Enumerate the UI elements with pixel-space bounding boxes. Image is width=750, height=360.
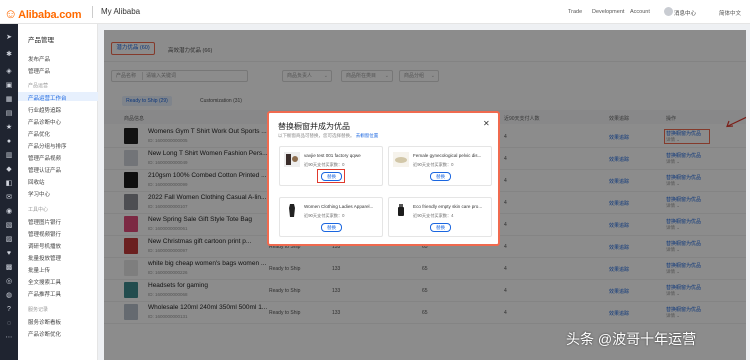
user-icon[interactable]: ● — [5, 138, 13, 146]
sidebar-item[interactable]: 全文搜索工具 — [28, 278, 61, 286]
star-icon[interactable]: ★ — [5, 124, 13, 132]
box-icon[interactable]: ▣ — [5, 82, 13, 90]
product-thumbnail — [284, 203, 300, 218]
sidebar-group-label: 产品运营 — [28, 83, 49, 89]
bell-icon[interactable]: ◉ — [5, 208, 13, 216]
sidebar-item[interactable]: 产品推荐工具 — [28, 290, 61, 298]
grid-icon[interactable]: ▦ — [5, 96, 13, 104]
card-buyers: 近90天支付买家数：0 — [304, 213, 345, 218]
mail-icon[interactable]: ✉ — [5, 194, 13, 202]
sidebar-title: 产品管理 — [28, 37, 54, 44]
help-icon[interactable]: ? — [5, 306, 13, 314]
globe-icon[interactable]: ◌ — [5, 320, 13, 328]
replace-button[interactable]: 替换 — [430, 172, 451, 181]
product-thumbnail — [284, 152, 300, 167]
divider — [92, 6, 93, 18]
sidebar-item[interactable]: 批量投放管理 — [28, 254, 61, 262]
sidebar-item[interactable]: 产品诊断中心 — [28, 118, 61, 126]
sidebar-item[interactable]: 发布产品 — [28, 55, 50, 63]
replace-button[interactable]: 替换 — [430, 223, 451, 232]
window-product-card: Female gynecological pelvic dis... 近90天支… — [388, 146, 492, 186]
cart-icon[interactable]: ◆ — [5, 166, 13, 174]
folder-icon[interactable]: ▩ — [5, 264, 13, 272]
replace-button[interactable]: 替换 — [321, 172, 342, 181]
sidebar-item[interactable]: 批量上传 — [28, 266, 50, 274]
card-buyers: 近90天支付买家数：0 — [413, 162, 454, 167]
nav-link-development[interactable]: Development — [592, 9, 624, 15]
sidebar-item[interactable]: 管理图片银行 — [28, 218, 61, 226]
more-icon[interactable]: ⋯ — [5, 334, 13, 342]
send-icon[interactable]: ➤ — [5, 34, 13, 42]
card-title: Women Clothing Ladies Apparel... — [304, 204, 374, 209]
nav-link-account[interactable]: Account — [630, 9, 650, 15]
shield-icon[interactable]: ◈ — [5, 68, 13, 76]
card-buyers: 近90天支付买家数：4 — [413, 213, 454, 218]
top-bar: ☺Alibaba.com My Alibaba Trade Developmen… — [0, 0, 750, 24]
sidebar-item[interactable]: 回收站 — [28, 178, 45, 186]
sidebar-item[interactable]: 管理产品视频 — [28, 154, 61, 162]
nav-link-trade[interactable]: Trade — [568, 9, 582, 15]
sidebar-item[interactable]: 产品分组与排序 — [28, 142, 67, 150]
sidebar-item[interactable]: 学习中心 — [28, 190, 50, 198]
sidebar-item[interactable]: 行业趋势追踪 — [28, 106, 61, 114]
message-center-link[interactable]: 消息中心 — [674, 9, 696, 17]
watermark: 头条 @波哥十年运营 — [566, 331, 697, 347]
card-title: Eco friendly empty skin care pro... — [413, 204, 483, 209]
window-product-card: vavjie test 001 factory qqwe 近90天支付买家数：0… — [279, 146, 383, 186]
product-thumbnail — [393, 203, 409, 218]
replace-button[interactable]: 替换 — [321, 223, 342, 232]
language-selector[interactable]: 简体中文 — [719, 9, 741, 17]
tag-icon[interactable]: ◧ — [5, 180, 13, 188]
sidebar-group-label: 工具中心 — [28, 207, 49, 213]
section-title: My Alibaba — [101, 7, 141, 16]
card-title: vavjie test 001 factory qqwe — [304, 153, 361, 158]
replace-window-dialog: 替换橱窗并成为优品 ✕ 以下橱窗商品可替换，您可选择替换。 去橱窗位置 vavj… — [267, 111, 500, 246]
window-product-card: Eco friendly empty skin care pro... 近90天… — [388, 197, 492, 237]
gear-icon[interactable]: ✱ — [5, 51, 13, 59]
wallet-icon[interactable]: ▨ — [5, 236, 13, 244]
sidebar-item[interactable]: 产品优化 — [28, 130, 50, 138]
settings-icon[interactable]: ◍ — [5, 292, 13, 300]
card-buyers: 近90天支付买家数：0 — [304, 162, 345, 167]
close-icon[interactable]: ✕ — [483, 120, 490, 128]
card-title: Female gynecological pelvic dis... — [413, 153, 482, 158]
sidebar-item[interactable]: 调研号机播放 — [28, 242, 61, 250]
sidebar-group-label: 服务记录 — [28, 307, 49, 313]
window-product-card: Women Clothing Ladies Apparel... 近90天支付买… — [279, 197, 383, 237]
icon-rail: ➤ ✱ ◈ ▣ ▦ ▤ ★ ● ▥ ◆ ◧ ✉ ◉ ▧ ▨ ♥ ▩ ◎ ◍ ? … — [0, 24, 18, 360]
sidebar: 产品管理 发布产品 管理产品 产品运营 产品运营工作台 行业趋势追踪 产品诊断中… — [18, 24, 98, 360]
sidebar-item-active[interactable]: 产品运营工作台 — [28, 94, 67, 102]
calendar-icon[interactable]: ▧ — [5, 222, 13, 230]
dialog-description: 以下橱窗商品可替换，您可选择替换。 去橱窗位置 — [278, 133, 379, 138]
alibaba-logo[interactable]: ☺Alibaba.com — [4, 6, 81, 21]
sidebar-item[interactable]: 管理视频银行 — [28, 230, 61, 238]
sidebar-item[interactable]: 产品诊断优化 — [28, 330, 61, 338]
link-icon[interactable]: ◎ — [5, 278, 13, 286]
sidebar-item[interactable]: 服务诊断看板 — [28, 318, 61, 326]
heart-icon[interactable]: ♥ — [5, 250, 13, 258]
window-location-link[interactable]: 去橱窗位置 — [356, 133, 379, 138]
sidebar-item[interactable]: 管理认证产品 — [28, 166, 61, 174]
doc-icon[interactable]: ▥ — [5, 152, 13, 160]
product-thumbnail — [393, 152, 409, 167]
dialog-title: 替换橱窗并成为优品 — [278, 122, 350, 131]
chart-icon[interactable]: ▤ — [5, 110, 13, 118]
alibaba-mark-icon: ☺ — [4, 6, 18, 21]
sidebar-item[interactable]: 管理产品 — [28, 67, 50, 75]
avatar[interactable] — [664, 7, 673, 16]
